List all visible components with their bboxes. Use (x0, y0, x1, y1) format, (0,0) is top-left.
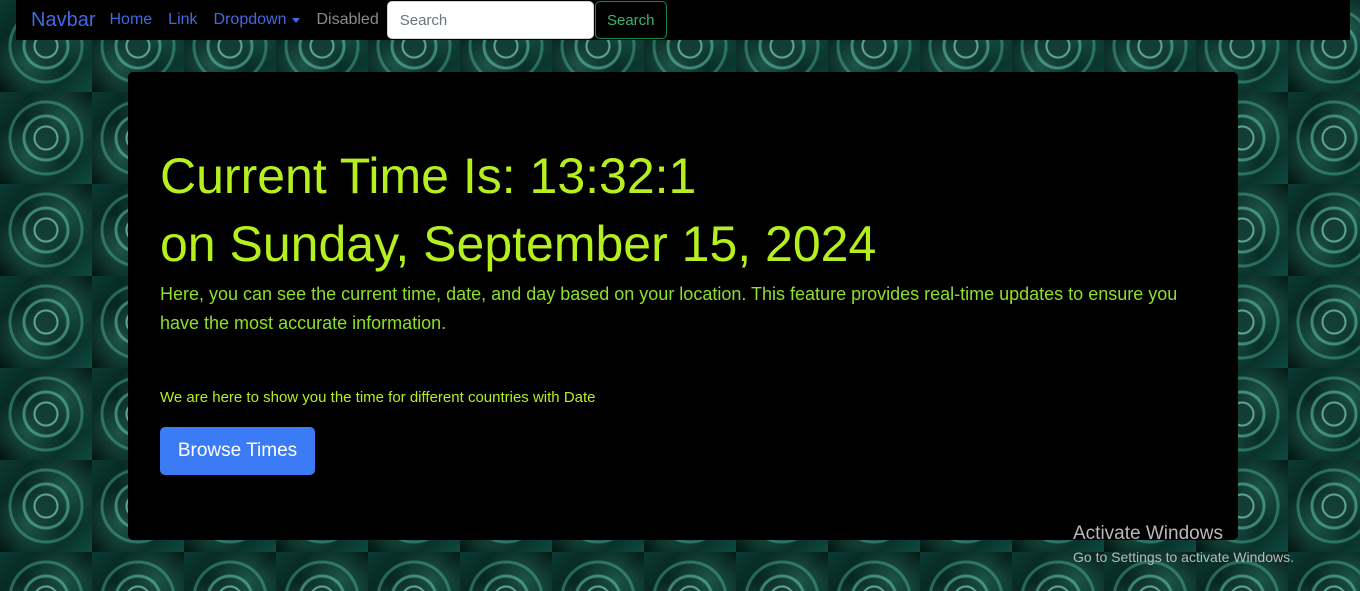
navbar-brand[interactable]: Navbar (31, 9, 95, 32)
activate-windows-watermark: Activate Windows Go to Settings to activ… (1073, 522, 1294, 566)
time-card: Current Time Is: 13:32:1 on Sunday, Sept… (128, 72, 1238, 540)
search-input[interactable] (386, 1, 594, 39)
nav-dropdown[interactable]: Dropdown (214, 11, 301, 29)
description-text: Here, you can see the current time, date… (160, 284, 1178, 333)
nav-dropdown-label: Dropdown (213, 11, 287, 28)
subtext: We are here to show you the time for dif… (160, 389, 596, 406)
navbar: Navbar Home Link Dropdown Disabled Searc… (16, 0, 1350, 40)
current-time-text: Current Time Is: 13:32:1 (160, 148, 697, 204)
nav-link-link[interactable]: Link (168, 11, 197, 29)
headline: Current Time Is: 13:32:1 on Sunday, Sept… (160, 142, 876, 278)
current-date-text: on Sunday, September 15, 2024 (160, 216, 877, 272)
watermark-title: Activate Windows (1073, 523, 1223, 544)
watermark-subtitle: Go to Settings to activate Windows. (1073, 549, 1294, 565)
nav-link-disabled: Disabled (316, 11, 379, 28)
nav-link-home[interactable]: Home (109, 11, 152, 29)
search-button[interactable]: Search (594, 1, 667, 39)
chevron-down-icon (292, 17, 301, 23)
browse-times-button[interactable]: Browse Times (160, 427, 315, 475)
